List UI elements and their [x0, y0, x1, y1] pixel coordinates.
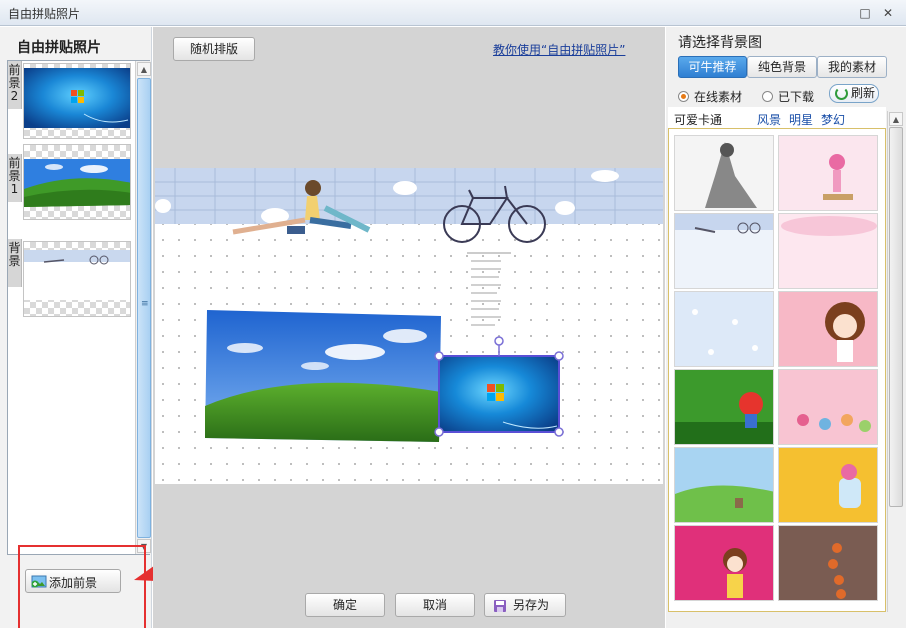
grip-icon: ≡: [141, 299, 149, 309]
category-bar: 可爱卡通 风景 明星 梦幻: [668, 107, 886, 129]
background-picker-panel: 请选择背景图 可牛推荐 纯色背景 我的素材 在线素材 已下载 刷新 可爱卡通 风…: [666, 27, 906, 628]
close-button[interactable]: ✕: [879, 4, 897, 22]
tab-solid-color[interactable]: 纯色背景: [747, 56, 817, 78]
tab-recommended[interactable]: 可牛推荐: [678, 56, 747, 78]
radio-downloaded-label: 已下载: [778, 90, 815, 104]
cartoon-girl-sketch-thumb: [705, 142, 757, 208]
restore-button[interactable]: □: [856, 4, 874, 22]
background-thumbnail[interactable]: [778, 213, 878, 289]
save-as-label: 另存为: [513, 598, 550, 612]
background-thumbnail[interactable]: [778, 135, 878, 211]
cancel-button[interactable]: 取消: [395, 593, 475, 617]
background-gallery: [668, 128, 886, 612]
window-title: 自由拼贴照片: [8, 7, 81, 21]
refresh-label: 刷新: [851, 86, 876, 100]
refresh-icon: [835, 87, 848, 100]
green-bunny-thumb: [675, 392, 773, 444]
background-thumbnail[interactable]: [778, 369, 878, 445]
layer-thumbnail-foreground-1[interactable]: [23, 144, 131, 220]
cartoon-background-thumb: [24, 250, 130, 300]
layer-tab-foreground-2[interactable]: 前景2: [8, 61, 22, 109]
radio-online-materials[interactable]: 在线素材: [678, 88, 742, 105]
category-scenery[interactable]: 风景: [757, 111, 781, 128]
category-dreamy[interactable]: 梦幻: [821, 111, 845, 128]
background-thumbnail[interactable]: [778, 291, 878, 367]
layer-list: 前景2 前景1 背景 ▲ ≡ ▼: [7, 60, 151, 555]
background-thumbnail[interactable]: [778, 447, 878, 523]
ok-button[interactable]: 确定: [305, 593, 385, 617]
scroll-thumb[interactable]: [889, 127, 903, 507]
background-thumbnail[interactable]: [674, 291, 774, 367]
collage-canvas[interactable]: [155, 168, 663, 484]
windows7-wallpaper-thumb: [24, 68, 130, 128]
background-thumbnail[interactable]: [674, 525, 774, 601]
bliss-wallpaper-thumb: [24, 159, 130, 207]
foreground-2-image[interactable]: [433, 334, 565, 446]
curly-hair-girl-thumb: [825, 302, 865, 362]
scroll-up-arrow[interactable]: ▲: [137, 62, 151, 76]
save-as-button[interactable]: 另存为: [484, 593, 566, 617]
layer-thumbnail-background[interactable]: [23, 241, 131, 317]
scroll-thumb[interactable]: ≡: [137, 78, 151, 538]
layer-thumbnail-foreground-2[interactable]: [23, 63, 131, 139]
category-cartoon[interactable]: 可爱卡通: [674, 111, 722, 128]
radio-dot-icon: [762, 91, 773, 102]
pink-girl-thumb: [723, 548, 747, 598]
gallery-scrollbar[interactable]: ▲: [887, 111, 903, 612]
panel-title: 自由拼贴照片: [17, 40, 101, 56]
layer-tab-foreground-1[interactable]: 前景1: [8, 154, 22, 202]
radio-online-label: 在线素材: [694, 90, 743, 104]
background-thumbnail[interactable]: [778, 525, 878, 601]
pink-pattern-thumb: [781, 216, 877, 236]
scroll-up-arrow[interactable]: ▲: [889, 112, 903, 126]
background-thumbnail[interactable]: [674, 135, 774, 211]
layer-list-scrollbar[interactable]: ▲ ≡ ▼: [135, 61, 151, 554]
radio-downloaded[interactable]: 已下载: [762, 88, 814, 105]
save-icon: [494, 600, 506, 612]
tab-my-materials[interactable]: 我的素材: [817, 56, 887, 78]
pink-cartoon-thumb: [823, 154, 853, 200]
editor-area: 随机排版 教你使用“自由拼贴照片” 确定 取消 另存为: [153, 27, 665, 628]
radio-dot-icon: [678, 91, 689, 102]
background-picker-title: 请选择背景图: [678, 35, 762, 51]
pink-balloons-thumb: [797, 414, 871, 432]
category-stars[interactable]: 明星: [789, 111, 813, 128]
green-hills-thumb: [675, 485, 773, 522]
bicycle-cartoon-thumb: [675, 214, 773, 234]
blue-snow-thumb: [692, 309, 758, 355]
refresh-button[interactable]: 刷新: [829, 84, 879, 103]
foreground-1-image[interactable]: [205, 308, 441, 442]
random-layout-button[interactable]: 随机排版: [173, 37, 255, 61]
background-thumbnail[interactable]: [674, 213, 774, 289]
background-thumbnail[interactable]: [674, 369, 774, 445]
yellow-jar-thumb: [839, 464, 861, 508]
brown-characters-thumb: [828, 543, 846, 599]
layer-tab-background[interactable]: 背景: [8, 239, 22, 287]
title-bar: 自由拼贴照片 □ ✕: [0, 0, 906, 26]
background-thumbnail[interactable]: [674, 447, 774, 523]
tutorial-link[interactable]: 教你使用“自由拼贴照片”: [493, 41, 625, 58]
